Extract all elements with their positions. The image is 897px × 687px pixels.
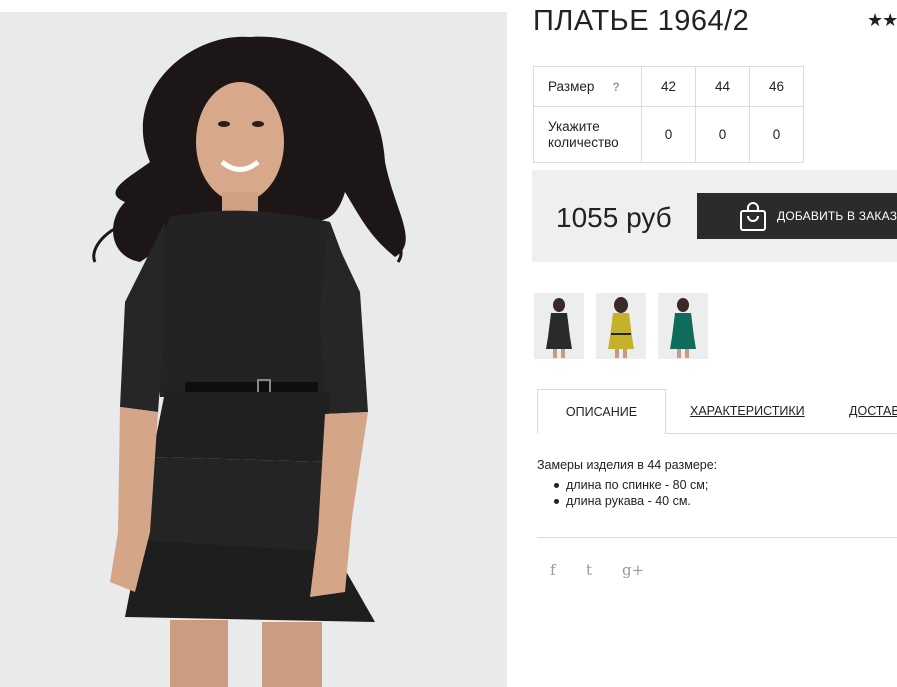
quantity-input-42[interactable]: 0 bbox=[641, 106, 696, 163]
tab-delivery[interactable]: ДОСТАВ bbox=[849, 389, 897, 434]
thumbnail-mustard-image bbox=[596, 293, 646, 359]
description-list: длина по спинке - 80 см; длина рукава - … bbox=[553, 478, 708, 509]
thumbnail-black[interactable] bbox=[534, 293, 584, 359]
quantity-input-44[interactable]: 0 bbox=[695, 106, 750, 163]
size-quantity-table: Размер? 42 44 46 Укажите количество 0 0 … bbox=[533, 66, 804, 163]
product-title: ПЛАТЬЕ 1964/2 bbox=[533, 5, 750, 37]
thumbnail-teal[interactable] bbox=[658, 293, 708, 359]
size-help-icon[interactable]: ? bbox=[612, 80, 619, 94]
google-plus-icon[interactable]: g+ bbox=[622, 561, 644, 579]
product-photo-illustration bbox=[0, 12, 507, 687]
description-intro: Замеры изделия в 44 размере: bbox=[537, 458, 718, 472]
shopping-bag-icon bbox=[740, 202, 766, 231]
quantity-input-46[interactable]: 0 bbox=[749, 106, 804, 163]
size-label: Размер bbox=[548, 79, 595, 94]
rating-stars-icon[interactable]: ★★ bbox=[867, 10, 897, 31]
tab-description[interactable]: ОПИСАНИЕ bbox=[537, 389, 666, 434]
quantity-label-line1: Укажите bbox=[548, 118, 600, 134]
quantity-label-line2: количество bbox=[548, 134, 619, 150]
thumbnail-teal-image bbox=[658, 293, 708, 359]
product-main-photo[interactable] bbox=[0, 12, 507, 687]
description-item: длина по спинке - 80 см; bbox=[553, 478, 708, 494]
quantity-row: Укажите количество 0 0 0 bbox=[533, 106, 804, 163]
size-42: 42 bbox=[641, 66, 696, 107]
add-to-order-button[interactable]: ДОБАВИТЬ В ЗАКАЗ bbox=[697, 193, 897, 239]
facebook-icon[interactable]: f bbox=[550, 561, 556, 579]
twitter-icon[interactable]: t bbox=[586, 561, 592, 579]
product-price: 1055 руб bbox=[556, 202, 672, 233]
size-46: 46 bbox=[749, 66, 804, 107]
thumbnail-mustard[interactable] bbox=[596, 293, 646, 359]
section-divider bbox=[537, 537, 897, 538]
size-label-cell: Размер? bbox=[533, 66, 642, 107]
thumbnail-black-image bbox=[534, 293, 584, 359]
tab-characteristics[interactable]: ХАРАКТЕРИСТИКИ bbox=[690, 389, 805, 434]
size-row: Размер? 42 44 46 bbox=[533, 66, 804, 107]
description-item: длина рукава - 40 см. bbox=[553, 494, 708, 510]
quantity-label-cell: Укажите количество bbox=[533, 106, 642, 163]
size-44: 44 bbox=[695, 66, 750, 107]
add-to-order-label: ДОБАВИТЬ В ЗАКАЗ bbox=[777, 209, 897, 223]
buy-block: 1055 руб ДОБАВИТЬ В ЗАКАЗ bbox=[532, 170, 897, 262]
